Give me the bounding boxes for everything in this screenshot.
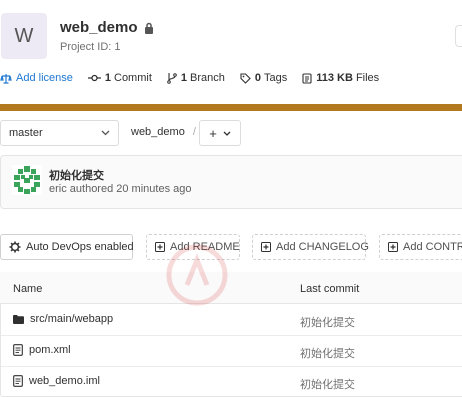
- table-row[interactable]: src/main/webapp: [13, 313, 113, 325]
- plus-square-icon: [155, 242, 165, 252]
- project-name[interactable]: web_demo: [60, 19, 138, 36]
- branch-selected-value: master: [9, 127, 43, 139]
- commit-icon: [87, 74, 101, 82]
- files-icon: [302, 72, 312, 84]
- commit-meta: eric authored 20 minutes ago: [49, 183, 192, 195]
- branches-stat[interactable]: 1 Branch: [167, 72, 225, 84]
- project-id: Project ID: 1: [60, 41, 121, 53]
- file-table-header: [0, 272, 462, 304]
- plus-icon: +: [209, 125, 217, 141]
- gear-icon: [9, 241, 21, 253]
- add-readme-label: Add README: [170, 241, 240, 253]
- branches-label: Branch: [190, 72, 225, 84]
- project-accent-bar: [0, 104, 462, 111]
- chevron-down-icon: [223, 131, 231, 136]
- project-avatar-letter: W: [14, 24, 34, 47]
- tag-icon: [240, 72, 251, 84]
- files-label: Files: [355, 72, 380, 84]
- add-license-label[interactable]: Add license: [16, 72, 73, 84]
- branches-count: 1: [180, 72, 188, 84]
- tags-count: 0: [254, 72, 261, 84]
- files-stat[interactable]: 113 KB Files: [302, 72, 379, 84]
- file-last-commit[interactable]: 初始化提交: [300, 345, 355, 361]
- file-icon: [13, 344, 23, 356]
- column-header-last-commit: Last commit: [300, 283, 360, 295]
- files-size: 113 KB: [316, 72, 353, 84]
- table-row[interactable]: web_demo.iml: [13, 375, 100, 387]
- file-name[interactable]: src/main/webapp: [30, 313, 113, 325]
- breadcrumb-separator: /: [192, 126, 196, 138]
- tags-stat[interactable]: 0 Tags: [240, 72, 287, 84]
- chevron-down-icon: [101, 130, 110, 136]
- file-last-commit[interactable]: 初始化提交: [300, 314, 355, 330]
- branch-icon: [167, 72, 177, 84]
- project-avatar: W: [1, 13, 47, 59]
- project-stats: Add license 1 Commit 1 Branch 0 Tags 113…: [0, 72, 394, 84]
- auto-devops-button[interactable]: Auto DevOps enabled: [0, 234, 134, 260]
- add-file-dropdown[interactable]: +: [199, 120, 241, 146]
- table-row[interactable]: pom.xml: [13, 344, 71, 356]
- file-name[interactable]: pom.xml: [29, 344, 71, 356]
- breadcrumb-root[interactable]: web_demo: [131, 126, 185, 138]
- file-name[interactable]: web_demo.iml: [29, 375, 100, 387]
- add-contributing-label: Add CONTRI: [403, 241, 462, 253]
- add-readme-button[interactable]: Add README: [146, 234, 240, 260]
- column-header-name: Name: [13, 283, 43, 295]
- lock-icon: [144, 22, 153, 34]
- project-title[interactable]: web_demo: [60, 19, 154, 36]
- add-changelog-button[interactable]: Add CHANGELOG: [252, 234, 369, 260]
- breadcrumb: web_demo /: [131, 126, 196, 138]
- header-action-button[interactable]: [455, 25, 462, 47]
- row-divider: [1, 366, 462, 367]
- scale-icon: [0, 73, 12, 84]
- file-icon: [13, 375, 23, 387]
- commits-count: 1: [104, 72, 111, 84]
- add-changelog-label: Add CHANGELOG: [276, 241, 369, 253]
- commits-label: Commit: [114, 72, 152, 84]
- row-divider: [1, 335, 462, 336]
- plus-square-icon: [388, 242, 398, 252]
- commits-stat[interactable]: 1 Commit: [87, 72, 152, 84]
- tags-label: Tags: [264, 72, 288, 84]
- auto-devops-label: Auto DevOps enabled: [26, 241, 134, 253]
- plus-square-icon: [261, 242, 271, 252]
- commit-title[interactable]: 初始化提交: [49, 167, 104, 183]
- add-contributing-button[interactable]: Add CONTRI: [379, 234, 462, 260]
- add-license-link[interactable]: Add license: [0, 72, 73, 84]
- folder-icon: [13, 314, 24, 324]
- file-last-commit[interactable]: 初始化提交: [300, 376, 355, 392]
- commit-author-avatar[interactable]: [12, 165, 42, 195]
- branch-selector[interactable]: master: [0, 120, 119, 146]
